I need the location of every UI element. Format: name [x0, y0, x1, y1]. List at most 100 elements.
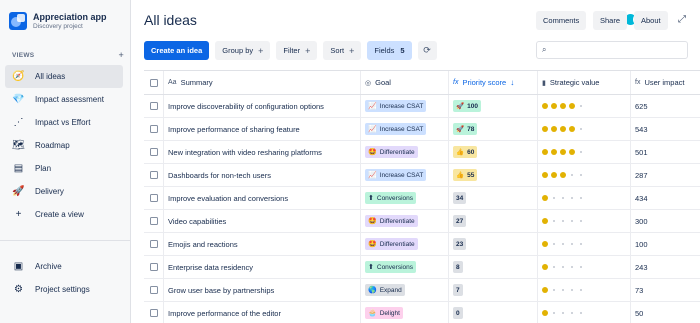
table-row[interactable]: Emojis and reactions 🤩 Differentiate 23 100 — [144, 233, 700, 256]
refresh-icon[interactable]: ⟳ — [417, 41, 437, 60]
search-input[interactable]: ⌕ — [536, 41, 688, 59]
about-button[interactable]: About — [634, 11, 668, 30]
idea-summary[interactable]: Improve performance of the editor — [168, 309, 281, 318]
summary-cell[interactable]: Dashboards for non-tech users — [164, 164, 361, 186]
add-view-icon[interactable]: + — [118, 51, 124, 60]
summary-cell[interactable]: Grow user base by partnerships — [164, 279, 361, 301]
strategic-value-rating[interactable] — [542, 172, 587, 178]
table-row[interactable]: Improve performance of sharing feature 📈 I… — [144, 118, 700, 141]
checkbox[interactable] — [149, 125, 158, 133]
sidebar-item-delivery[interactable]: 🚀 Delivery — [5, 180, 123, 203]
goal-cell[interactable]: 🧁 Delight — [361, 302, 449, 323]
fields-button[interactable]: Fields 5 — [367, 41, 412, 60]
strategic-value-rating[interactable] — [542, 287, 587, 293]
strategic-value-rating[interactable] — [542, 195, 587, 201]
column-user-impact[interactable]: fx User impact — [631, 71, 700, 94]
table-row[interactable]: Improve performance of the editor 🧁 Deligh… — [144, 302, 700, 323]
goal-cell[interactable]: 🌎 Expand — [361, 279, 449, 301]
strategic-value-cell[interactable] — [538, 233, 631, 255]
goal-cell[interactable]: 🤩 Differentiate — [361, 141, 449, 163]
strategic-value-cell[interactable] — [538, 118, 631, 140]
strategic-value-cell[interactable] — [538, 210, 631, 232]
row-checkbox[interactable] — [144, 118, 164, 140]
checkbox[interactable] — [149, 194, 158, 202]
table-row[interactable]: Video capabilities 🤩 Differentiate 27 300 — [144, 210, 700, 233]
summary-cell[interactable]: Video capabilities — [164, 210, 361, 232]
column-priority-score[interactable]: fx Priority score ↓ — [449, 71, 538, 94]
select-all-checkbox[interactable] — [144, 71, 164, 94]
row-checkbox[interactable] — [144, 210, 164, 232]
checkbox[interactable] — [149, 240, 158, 248]
summary-cell[interactable]: Emojis and reactions — [164, 233, 361, 255]
row-checkbox[interactable] — [144, 233, 164, 255]
sidebar-item-project-settings[interactable]: ⚙ Project settings — [5, 278, 123, 301]
table-row[interactable]: Improve evaluation and conversions ⬆ Conve… — [144, 187, 700, 210]
row-checkbox[interactable] — [144, 279, 164, 301]
checkbox[interactable] — [149, 286, 158, 294]
create-idea-button[interactable]: Create an idea — [144, 41, 210, 60]
strategic-value-rating[interactable] — [542, 126, 587, 132]
strategic-value-cell[interactable] — [538, 279, 631, 301]
table-row[interactable]: Dashboards for non-tech users 📈 Increase C… — [144, 164, 700, 187]
share-button[interactable]: Share — [593, 11, 628, 30]
strategic-value-cell[interactable] — [538, 164, 631, 186]
filter-button[interactable]: Filter + — [276, 41, 318, 60]
idea-summary[interactable]: New integration with video resharing pla… — [168, 148, 322, 157]
group-by-button[interactable]: Group by + — [215, 41, 271, 60]
app-header[interactable]: Appreciation app Discovery project — [9, 12, 107, 31]
strategic-value-rating[interactable] — [542, 310, 587, 316]
idea-summary[interactable]: Improve performance of sharing feature — [168, 125, 300, 134]
strategic-value-rating[interactable] — [542, 218, 587, 224]
row-checkbox[interactable] — [144, 141, 164, 163]
row-checkbox[interactable] — [144, 187, 164, 209]
sidebar-item-plan[interactable]: ▤ Plan — [5, 157, 123, 180]
sidebar-item-archive[interactable]: ▣ Archive — [5, 255, 123, 278]
summary-cell[interactable]: Enterprise data residency — [164, 256, 361, 278]
expand-icon[interactable]: ⤢ — [676, 14, 688, 26]
summary-cell[interactable]: New integration with video resharing pla… — [164, 141, 361, 163]
checkbox[interactable] — [149, 102, 158, 110]
checkbox[interactable] — [149, 171, 158, 179]
strategic-value-rating[interactable] — [542, 103, 587, 109]
strategic-value-cell[interactable] — [538, 141, 631, 163]
strategic-value-rating[interactable] — [542, 241, 587, 247]
idea-summary[interactable]: Improve discoverability of configuration… — [168, 102, 324, 111]
row-checkbox[interactable] — [144, 164, 164, 186]
sidebar-item-impact-vs-effort[interactable]: ⋰ Impact vs Effort — [5, 111, 123, 134]
column-summary[interactable]: Aa Summary — [164, 71, 361, 94]
sidebar-item-create-a-view[interactable]: + Create a view — [5, 203, 123, 226]
summary-cell[interactable]: Improve evaluation and conversions — [164, 187, 361, 209]
idea-summary[interactable]: Dashboards for non-tech users — [168, 171, 271, 180]
table-row[interactable]: Enterprise data residency ⬆ Conversions 8 24… — [144, 256, 700, 279]
table-row[interactable]: Grow user base by partnerships 🌎 Expand 7 73 — [144, 279, 700, 302]
goal-cell[interactable]: 📈 Increase CSAT — [361, 118, 449, 140]
strategic-value-rating[interactable] — [542, 264, 587, 270]
sort-button[interactable]: Sort + — [323, 41, 362, 60]
idea-summary[interactable]: Grow user base by partnerships — [168, 286, 274, 295]
row-checkbox[interactable] — [144, 302, 164, 323]
idea-summary[interactable]: Improve evaluation and conversions — [168, 194, 288, 203]
comments-button[interactable]: Comments — [536, 11, 587, 30]
column-goal[interactable]: ◎ Goal — [361, 71, 449, 94]
sidebar-item-impact-assessment[interactable]: 💎 Impact assessment — [5, 88, 123, 111]
summary-cell[interactable]: Improve performance of the editor — [164, 302, 361, 323]
strategic-value-cell[interactable] — [538, 95, 631, 117]
strategic-value-rating[interactable] — [542, 149, 587, 155]
table-row[interactable]: Improve discoverability of configuration… — [144, 95, 700, 118]
goal-cell[interactable]: 🤩 Differentiate — [361, 210, 449, 232]
summary-cell[interactable]: Improve performance of sharing feature — [164, 118, 361, 140]
goal-cell[interactable]: 🤩 Differentiate — [361, 233, 449, 255]
row-checkbox[interactable] — [144, 95, 164, 117]
summary-cell[interactable]: Improve discoverability of configuration… — [164, 95, 361, 117]
sidebar-item-roadmap[interactable]: 🗺 Roadmap — [5, 134, 123, 157]
checkbox[interactable] — [149, 263, 158, 271]
goal-cell[interactable]: ⬆ Conversions — [361, 187, 449, 209]
checkbox[interactable] — [149, 309, 158, 317]
checkbox[interactable] — [149, 148, 158, 156]
sidebar-item-all-ideas[interactable]: 🧭 All ideas — [5, 65, 123, 88]
goal-cell[interactable]: 📈 Increase CSAT — [361, 95, 449, 117]
strategic-value-cell[interactable] — [538, 302, 631, 323]
row-checkbox[interactable] — [144, 256, 164, 278]
table-row[interactable]: New integration with video resharing pla… — [144, 141, 700, 164]
goal-cell[interactable]: ⬆ Conversions — [361, 256, 449, 278]
